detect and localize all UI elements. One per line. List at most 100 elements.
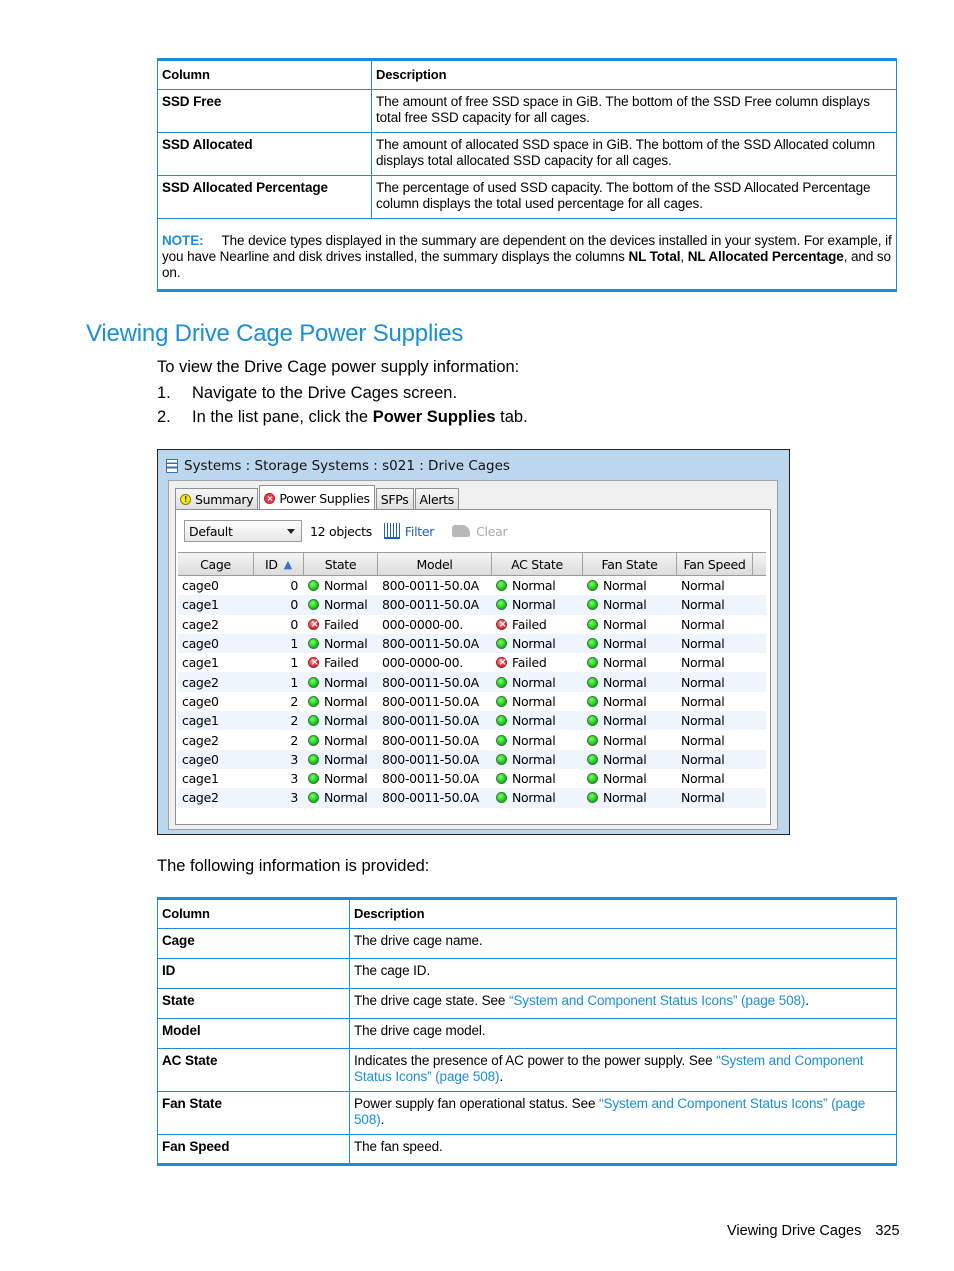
column-header: Column bbox=[157, 58, 372, 90]
step-text-start: In the list pane, click the bbox=[192, 408, 373, 426]
status-ok-icon bbox=[587, 638, 598, 650]
column-header-state[interactable]: State bbox=[304, 553, 378, 575]
ac-state-cell: Normal bbox=[492, 733, 583, 748]
state-cell: Normal bbox=[304, 675, 378, 690]
step-text-end: tab. bbox=[495, 408, 528, 426]
column-header-id[interactable]: ID ▲ bbox=[254, 553, 304, 575]
cage-cell: cage2 bbox=[182, 674, 219, 690]
status-ok-icon bbox=[587, 715, 598, 727]
status-text: Normal bbox=[324, 578, 368, 594]
tab-power-supplies[interactable]: × Power Supplies bbox=[259, 485, 375, 510]
ac-state-cell: Normal bbox=[492, 771, 583, 786]
status-ok-icon bbox=[587, 792, 598, 804]
column-header: Column bbox=[157, 897, 350, 929]
grid-row[interactable]: cage1 3 Normal 800-0011-50.0A Normal Normal No… bbox=[178, 769, 766, 788]
power-supplies-grid: Cage ID ▲ State Model AC State Fan State … bbox=[178, 552, 766, 808]
grid-row[interactable]: cage2 1 Normal 800-0011-50.0A Normal Normal No… bbox=[178, 672, 766, 692]
note-label: NOTE: bbox=[162, 233, 204, 248]
status-text: Normal bbox=[324, 713, 368, 729]
page-number: 325 bbox=[875, 1223, 900, 1239]
ac-state-cell: Failed bbox=[492, 655, 583, 670]
grid-row[interactable]: cage0 1 Normal 800-0011-50.0A Normal Normal No… bbox=[178, 633, 766, 654]
status-ok-icon bbox=[496, 599, 507, 611]
id-cell: 1 bbox=[290, 674, 298, 690]
status-ok-icon bbox=[587, 618, 598, 630]
column-header-cage[interactable]: Cage bbox=[178, 553, 254, 575]
table-row: SSD Free The amount of free SSD space in… bbox=[157, 89, 897, 133]
fan-speed-cell: Normal bbox=[681, 636, 725, 652]
table-row: Fan State Power supply fan operational s… bbox=[157, 1091, 897, 1135]
eraser-icon bbox=[452, 525, 471, 537]
status-text: Normal bbox=[512, 732, 556, 748]
grid-row[interactable]: cage1 0 Normal 800-0011-50.0A Normal Normal No… bbox=[178, 595, 766, 615]
tab-bar: ! Summary × Power Supplies SFPs Alerts bbox=[175, 485, 460, 510]
column-description: The drive cage model. bbox=[349, 1018, 897, 1049]
grid-row[interactable]: cage2 2 Normal 800-0011-50.0A Normal Normal No… bbox=[178, 730, 766, 749]
grid-row[interactable]: cage2 0 Failed 000-0000-00. Failed Normal Norm… bbox=[178, 615, 766, 634]
state-cell: Normal bbox=[304, 713, 378, 728]
cage-cell: cage2 bbox=[182, 732, 219, 748]
id-cell: 0 bbox=[290, 616, 298, 632]
state-cell: Normal bbox=[304, 752, 378, 767]
footer-section: Viewing Drive Cages bbox=[727, 1223, 862, 1239]
status-failed-icon bbox=[308, 657, 319, 669]
status-ok-icon bbox=[308, 580, 319, 592]
ac-state-cell: Normal bbox=[492, 713, 583, 728]
id-cell: 3 bbox=[290, 771, 298, 787]
filter-label: Filter bbox=[404, 523, 435, 539]
note-bold-nl-total: NL Total bbox=[628, 249, 681, 264]
header-label: Fan State bbox=[601, 556, 658, 572]
column-header-fan-speed[interactable]: Fan Speed bbox=[677, 553, 753, 575]
grid-row[interactable]: cage2 3 Normal 800-0011-50.0A Normal Normal No… bbox=[178, 788, 766, 808]
column-header-filler bbox=[753, 553, 766, 575]
warning-icon: ! bbox=[180, 493, 191, 505]
ssd-columns-table: Column Description SSD Free The amount o… bbox=[157, 58, 897, 292]
status-icons-link[interactable]: “System and Component Status Icons” (pag… bbox=[509, 993, 805, 1008]
grid-row[interactable]: cage0 2 Normal 800-0011-50.0A Normal Normal No… bbox=[178, 692, 766, 711]
status-text: Normal bbox=[603, 578, 647, 594]
grid-row[interactable]: cage1 2 Normal 800-0011-50.0A Normal Normal No… bbox=[178, 711, 766, 731]
cage-cell: cage1 bbox=[182, 597, 219, 613]
status-ok-icon bbox=[587, 773, 598, 785]
column-name: ID bbox=[157, 958, 350, 989]
fan-state-cell: Normal bbox=[583, 675, 677, 690]
column-name: Fan State bbox=[157, 1091, 350, 1135]
column-description: The amount of free SSD space in GiB. The… bbox=[371, 89, 897, 133]
fan-state-cell: Normal bbox=[583, 597, 677, 612]
status-failed-icon bbox=[308, 618, 319, 630]
tab-sfps[interactable]: SFPs bbox=[375, 488, 414, 509]
view-select[interactable]: Default bbox=[184, 520, 302, 542]
status-ok-icon bbox=[308, 676, 319, 688]
state-cell: Normal bbox=[304, 771, 378, 786]
column-description: The percentage of used SSD capacity. The… bbox=[371, 175, 897, 219]
column-name: Cage bbox=[157, 928, 350, 959]
grid-row[interactable]: cage1 1 Failed 000-0000-00. Failed Normal Norm… bbox=[178, 653, 766, 672]
column-name: Model bbox=[157, 1018, 350, 1049]
section-heading: Viewing Drive Cage Power Supplies bbox=[86, 320, 464, 347]
grid-row[interactable]: cage0 3 Normal 800-0011-50.0A Normal Normal No… bbox=[178, 749, 766, 769]
tab-alerts[interactable]: Alerts bbox=[414, 488, 459, 509]
status-text: Normal bbox=[512, 771, 556, 787]
status-ok-icon bbox=[496, 580, 507, 592]
tab-content: Default 12 objects Filter Clear Cage ID ▲… bbox=[175, 509, 771, 825]
state-cell: Normal bbox=[304, 636, 378, 651]
cage-cell: cage1 bbox=[182, 771, 219, 787]
state-cell: Normal bbox=[304, 733, 378, 748]
clear-button[interactable]: Clear bbox=[452, 524, 508, 539]
chevron-down-icon bbox=[287, 528, 295, 534]
fan-state-cell: Normal bbox=[583, 790, 677, 805]
model-cell: 800-0011-50.0A bbox=[382, 597, 479, 613]
filter-button[interactable]: Filter bbox=[383, 523, 435, 539]
grid-body: cage0 0 Normal 800-0011-50.0A Normal Normal No… bbox=[178, 576, 766, 808]
model-cell: 800-0011-50.0A bbox=[382, 713, 479, 729]
fan-state-cell: Normal bbox=[583, 617, 677, 632]
column-name: SSD Allocated bbox=[157, 132, 372, 176]
grid-row[interactable]: cage0 0 Normal 800-0011-50.0A Normal Normal No… bbox=[178, 576, 766, 595]
column-header-ac-state[interactable]: AC State bbox=[492, 553, 583, 575]
ac-state-cell: Normal bbox=[492, 675, 583, 690]
column-header-model[interactable]: Model bbox=[378, 553, 492, 575]
tab-summary[interactable]: ! Summary bbox=[175, 488, 259, 509]
ac-state-cell: Normal bbox=[492, 694, 583, 709]
column-header-fan-state[interactable]: Fan State bbox=[583, 553, 677, 575]
status-text: Failed bbox=[324, 655, 359, 671]
